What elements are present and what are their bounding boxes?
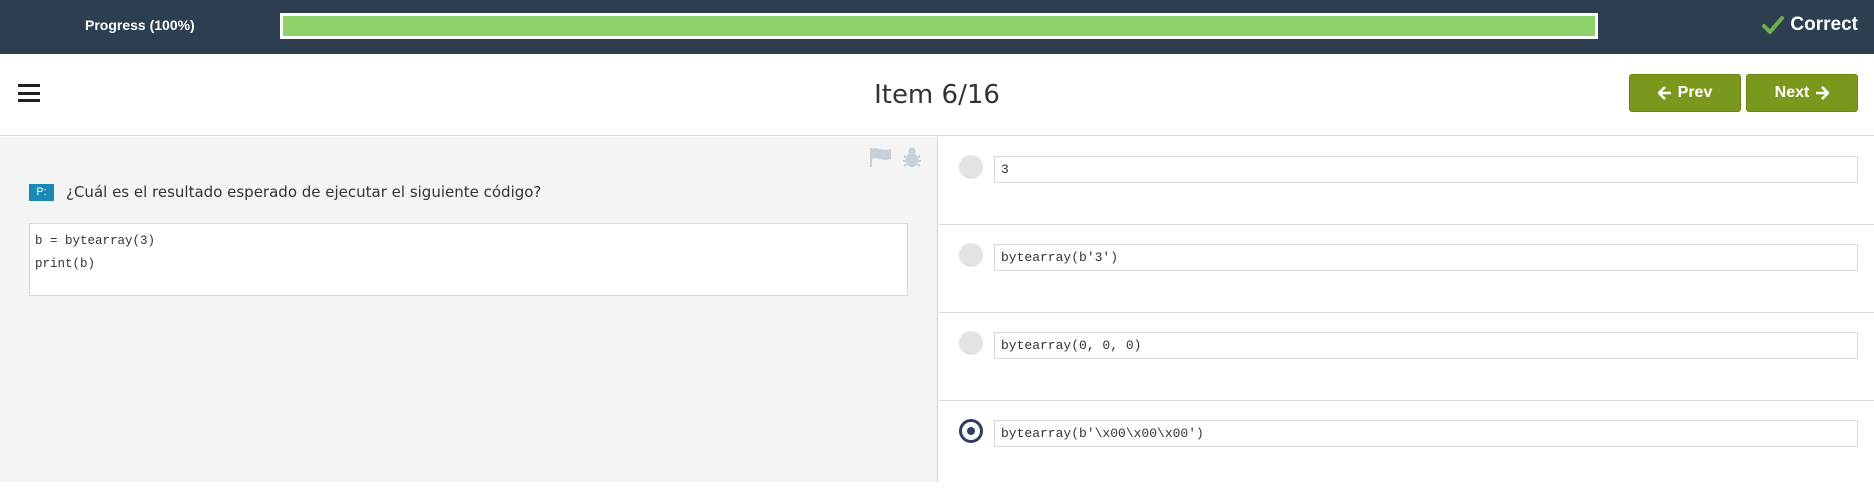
progress-label: Progress (100%) <box>85 17 195 33</box>
answer-option-3[interactable]: bytearray(0, 0, 0) <box>939 313 1874 401</box>
arrow-right-icon <box>1816 86 1830 100</box>
check-icon <box>1762 16 1785 34</box>
radio-button[interactable] <box>959 419 983 443</box>
answer-text: 3 <box>994 156 1858 183</box>
progress-bar-header: Progress (100%) Correct <box>0 0 1874 54</box>
bug-icon[interactable] <box>902 146 922 168</box>
code-line: print(b) <box>35 257 96 271</box>
answer-option-2[interactable]: bytearray(b'3') <box>939 225 1874 313</box>
progress-fill <box>283 16 1595 36</box>
status-text: Correct <box>1790 14 1858 35</box>
answer-text: bytearray(0, 0, 0) <box>994 332 1858 359</box>
prev-button[interactable]: Prev <box>1629 74 1741 112</box>
page-title: Item 6/16 <box>874 80 1000 110</box>
prev-label: Prev <box>1677 84 1713 101</box>
status-correct: Correct <box>1762 14 1858 36</box>
radio-button[interactable] <box>959 243 983 267</box>
progress-track <box>280 13 1598 39</box>
answers-panel: 3 bytearray(b'3') bytearray(0, 0, 0) byt… <box>939 137 1874 482</box>
answer-option-4[interactable]: bytearray(b'\x00\x00\x00') <box>939 401 1874 489</box>
question-text: ¿Cuál es el resultado esperado de ejecut… <box>66 183 542 201</box>
next-button[interactable]: Next <box>1746 74 1858 112</box>
code-block: b = bytearray(3) print(b) <box>29 223 908 296</box>
answer-text: bytearray(b'3') <box>994 244 1858 271</box>
flag-icon[interactable] <box>869 147 893 167</box>
code-line: b = bytearray(3) <box>35 234 156 248</box>
radio-button[interactable] <box>959 331 983 355</box>
next-label: Next <box>1774 84 1810 101</box>
radio-button[interactable] <box>959 155 983 179</box>
answer-option-1[interactable]: 3 <box>939 137 1874 225</box>
question-panel: P: ¿Cuál es el resultado esperado de eje… <box>0 137 938 482</box>
question-badge: P: <box>29 184 54 201</box>
header: Item 6/16 Prev Next <box>0 54 1874 136</box>
answer-text: bytearray(b'\x00\x00\x00') <box>994 420 1858 447</box>
arrow-left-icon <box>1657 86 1671 100</box>
